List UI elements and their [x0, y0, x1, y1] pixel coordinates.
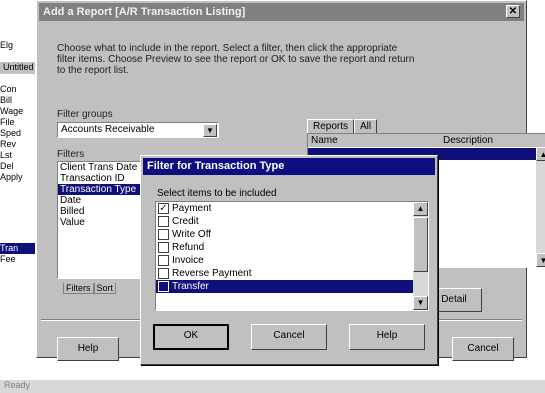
checklist-item-label: Transfer	[172, 281, 209, 292]
tab-sort[interactable]: Sort	[93, 283, 117, 294]
window-title: Add a Report [A/R Transaction Listing]	[43, 6, 246, 18]
filter-sort-tabs: Filters Sort	[63, 283, 117, 297]
window-titlebar[interactable]: Add a Report [A/R Transaction Listing] ✕	[39, 3, 524, 21]
checklist-scrollbar[interactable]: ▲ ▼	[413, 202, 428, 310]
report-list-scrollbar[interactable]: ▲ ▼	[536, 147, 545, 267]
column-header-description[interactable]: Description	[443, 134, 493, 147]
checklist-item[interactable]: Refund	[156, 241, 428, 254]
ok-button[interactable]: OK	[153, 324, 229, 350]
checkbox[interactable]	[158, 242, 169, 253]
help-button[interactable]: Help	[57, 337, 119, 361]
bg-row-selected[interactable]: Tran	[0, 243, 35, 254]
tab-all[interactable]: All	[354, 119, 378, 133]
tab-filters[interactable]: Filters	[63, 283, 94, 294]
checkbox[interactable]	[158, 268, 169, 279]
bg-row: Rev	[0, 139, 17, 149]
checkbox-checked[interactable]: ✓	[158, 203, 169, 214]
bg-row: Del	[0, 161, 14, 171]
close-button[interactable]: ✕	[506, 5, 520, 18]
scroll-down-icon[interactable]: ▼	[413, 296, 428, 310]
checklist-item-label: Credit	[172, 216, 199, 227]
tab-reports[interactable]: Reports	[307, 119, 355, 133]
background-status-bar: Ready	[0, 380, 545, 393]
checkbox[interactable]	[158, 216, 169, 227]
checklist-item-label: Write Off	[172, 229, 212, 240]
close-icon: ✕	[508, 6, 518, 17]
checklist-item-label: Payment	[172, 203, 212, 214]
bg-row: Fee	[0, 254, 16, 264]
intro-text: Choose what to include in the report. Se…	[57, 43, 415, 76]
report-list-header: Name Description	[308, 134, 545, 147]
checklist-item-label: Reverse Payment	[172, 268, 252, 279]
transaction-type-checklist[interactable]: ✓ Payment Credit Write Off Refund Invoice…	[155, 201, 429, 311]
filter-dialog: Filter for Transaction Type Select items…	[140, 155, 438, 365]
bg-row: File	[0, 117, 15, 127]
cancel-button[interactable]: Cancel	[452, 337, 514, 361]
checklist-item[interactable]: Reverse Payment	[156, 267, 428, 280]
bg-row: Lst	[0, 150, 13, 160]
checklist-item[interactable]: ✓ Payment	[156, 202, 428, 215]
checklist-item-label: Refund	[172, 242, 205, 253]
filter-groups-label: Filter groups	[57, 109, 113, 120]
checkbox[interactable]	[158, 281, 169, 292]
scroll-down-icon[interactable]: ▼	[536, 253, 545, 267]
checklist-item-label: Invoice	[172, 255, 204, 266]
checkbox[interactable]	[158, 255, 169, 266]
background-left-panel: Elg Con Bill Wage File Sped Rev Lst Del …	[0, 40, 35, 310]
bg-row: Con	[0, 84, 17, 94]
bg-row: Wage	[0, 106, 24, 116]
scroll-up-icon[interactable]: ▲	[413, 202, 428, 216]
filter-groups-value: Accounts Receivable	[61, 124, 155, 135]
report-tabs: Reports All	[307, 119, 378, 133]
bg-row: Bill	[0, 95, 13, 105]
column-header-name[interactable]: Name	[311, 134, 338, 147]
checkbox[interactable]	[158, 229, 169, 240]
checklist-item[interactable]: Write Off	[156, 228, 428, 241]
checklist-item[interactable]: Invoice	[156, 254, 428, 267]
filters-label: Filters	[57, 149, 85, 160]
checklist-item[interactable]: Credit	[156, 215, 428, 228]
dialog-help-button[interactable]: Help	[349, 324, 425, 350]
checklist-item-selected[interactable]: Transfer	[156, 280, 428, 293]
chevron-down-icon[interactable]: ▼	[203, 124, 217, 137]
background-left-title: Untitled	[0, 62, 35, 74]
dialog-cancel-button[interactable]: Cancel	[251, 324, 327, 350]
scroll-up-icon[interactable]: ▲	[536, 147, 545, 161]
filter-groups-select[interactable]: Accounts Receivable ▼	[57, 122, 219, 138]
bg-row: Elg	[0, 40, 14, 50]
bg-row: Sped	[0, 128, 22, 138]
scroll-thumb[interactable]	[413, 217, 428, 272]
bg-row: Apply	[0, 172, 23, 182]
filter-dialog-prompt: Select items to be included	[157, 188, 277, 199]
filter-dialog-titlebar[interactable]: Filter for Transaction Type	[143, 158, 435, 175]
